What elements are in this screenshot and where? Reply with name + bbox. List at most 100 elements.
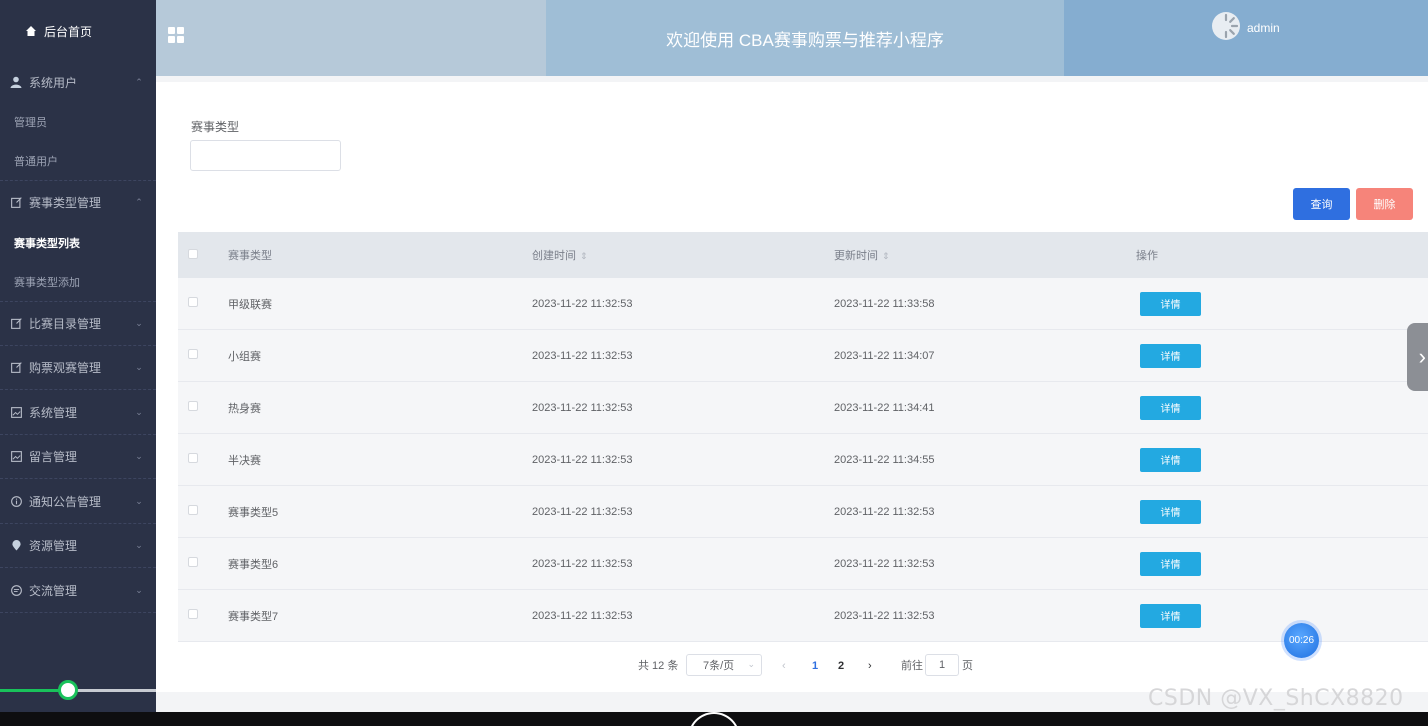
- cell-created: 2023-11-22 11:32:53: [532, 349, 633, 362]
- sidebar-head-event-types[interactable]: 赛事类型管理 ⌃: [0, 181, 156, 223]
- cell-updated: 2023-11-22 11:34:41: [834, 401, 935, 414]
- detail-button[interactable]: 详情: [1140, 499, 1201, 524]
- sidebar-group-messages: 留言管理 ⌄: [0, 435, 156, 479]
- chevron-down-icon: ⌄: [135, 406, 143, 417]
- sidebar-home[interactable]: 后台首页: [0, 0, 156, 62]
- table-row: 小组赛 2023-11-22 11:32:53 2023-11-22 11:34…: [178, 330, 1428, 382]
- column-header-created[interactable]: 创建时间 ⇕: [532, 247, 834, 263]
- username[interactable]: admin: [1247, 21, 1280, 35]
- sidebar-item-admin[interactable]: 管理员: [0, 102, 156, 141]
- detail-button[interactable]: 详情: [1140, 395, 1201, 420]
- delete-button[interactable]: 删除: [1356, 188, 1413, 220]
- avatar-spinner-icon: [1224, 13, 1239, 39]
- row-checkbox[interactable]: [188, 505, 198, 515]
- row-checkbox[interactable]: [188, 557, 198, 567]
- detail-button[interactable]: 详情: [1140, 343, 1201, 368]
- sidebar-head-match-catalog[interactable]: 比赛目录管理 ⌄: [0, 302, 156, 345]
- row-checkbox[interactable]: [188, 609, 198, 619]
- chevron-down-icon: ⌄: [135, 451, 143, 461]
- sidebar-group-notices: 通知公告管理 ⌄: [0, 479, 156, 524]
- chevron-down-icon: ⌄: [135, 540, 143, 550]
- chevron-down-icon: ⌄: [135, 362, 143, 372]
- location-pin-icon: [10, 540, 22, 552]
- detail-button[interactable]: 详情: [1140, 603, 1201, 628]
- chevron-down-icon: ⌄: [135, 495, 143, 506]
- sidebar-group-label: 通知公告管理: [29, 494, 102, 509]
- sidebar-group-label: 赛事类型管理: [29, 195, 102, 210]
- sidebar-group-match-catalog: 比赛目录管理 ⌄: [0, 302, 156, 346]
- video-progress-knob[interactable]: [58, 680, 78, 700]
- goto-unit: 页: [962, 660, 973, 672]
- table-row: 赛事类型6 2023-11-22 11:32:53 2023-11-22 11:…: [178, 538, 1428, 590]
- floating-timer[interactable]: 00:26: [1284, 623, 1319, 658]
- cell-type: 赛事类型6: [228, 558, 279, 571]
- column-header-actions: 操作: [1136, 250, 1158, 262]
- query-button[interactable]: 查询: [1293, 188, 1350, 220]
- sidebar-head-notices[interactable]: 通知公告管理 ⌄: [0, 479, 156, 523]
- cell-updated: 2023-11-22 11:34:07: [834, 349, 935, 362]
- sidebar-item-normal-users[interactable]: 普通用户: [0, 141, 156, 180]
- row-checkbox[interactable]: [188, 401, 198, 411]
- chevron-up-icon: ⌃: [135, 196, 143, 207]
- pagination-total: 共 12 条: [638, 660, 679, 672]
- chevron-down-icon: ⌄: [747, 659, 755, 669]
- sidebar-group-exchange: 交流管理 ⌄: [0, 568, 156, 613]
- cell-updated: 2023-11-22 11:32:53: [834, 609, 935, 622]
- user-icon: [10, 76, 22, 88]
- grid-menu-icon[interactable]: [168, 27, 184, 43]
- sidebar-head-messages[interactable]: 留言管理 ⌄: [0, 435, 156, 478]
- sidebar: 后台首页 系统用户 ⌃ 管理员 普通用户 赛事类型管理 ⌃ 赛事类型列表 赛事类…: [0, 0, 156, 712]
- data-table: 赛事类型 创建时间 ⇕ 更新时间 ⇕ 操作 甲级联赛 2023-11-22 11:3…: [178, 232, 1428, 642]
- sidebar-group-event-types: 赛事类型管理 ⌃ 赛事类型列表 赛事类型添加: [0, 181, 156, 302]
- goto-page-input[interactable]: 1: [925, 654, 959, 676]
- sidebar-group-label: 交流管理: [29, 583, 78, 598]
- sidebar-group-label: 系统用户: [29, 75, 78, 90]
- sort-icon[interactable]: ⇕: [882, 251, 890, 261]
- side-panel-toggle[interactable]: ›: [1407, 323, 1428, 391]
- cell-created: 2023-11-22 11:32:53: [532, 609, 633, 622]
- row-checkbox[interactable]: [188, 349, 198, 359]
- table-row: 赛事类型5 2023-11-22 11:32:53 2023-11-22 11:…: [178, 486, 1428, 538]
- sidebar-head-tickets[interactable]: 购票观赛管理 ⌄: [0, 346, 156, 389]
- edit-doc-icon: [10, 196, 22, 208]
- row-checkbox[interactable]: [188, 453, 198, 463]
- cell-updated: 2023-11-22 11:34:55: [834, 453, 935, 466]
- cell-updated: 2023-11-22 11:32:53: [834, 505, 935, 518]
- sort-icon[interactable]: ⇕: [580, 251, 588, 261]
- edit-doc-icon: [10, 318, 22, 330]
- page-number-2[interactable]: 2: [838, 656, 844, 676]
- sidebar-head-system[interactable]: 系统管理 ⌄: [0, 390, 156, 434]
- table-row: 甲级联赛 2023-11-22 11:32:53 2023-11-22 11:3…: [178, 278, 1428, 330]
- cell-type: 小组赛: [228, 350, 261, 363]
- column-header-created-label: 创建时间: [532, 250, 576, 262]
- sidebar-item-event-type-add[interactable]: 赛事类型添加: [0, 262, 156, 301]
- avatar[interactable]: [1212, 12, 1240, 40]
- sidebar-head-system-users[interactable]: 系统用户 ⌃: [0, 62, 156, 102]
- row-checkbox[interactable]: [188, 297, 198, 307]
- detail-button[interactable]: 详情: [1140, 291, 1201, 316]
- cell-type: 甲级联赛: [228, 298, 272, 311]
- sidebar-group-tickets: 购票观赛管理 ⌄: [0, 346, 156, 390]
- sidebar-head-resources[interactable]: 资源管理 ⌄: [0, 524, 156, 567]
- info-icon: [10, 495, 22, 507]
- detail-button[interactable]: 详情: [1140, 551, 1201, 576]
- image-icon: [10, 451, 22, 463]
- sidebar-group-label: 购票观赛管理: [29, 361, 102, 375]
- column-header-updated[interactable]: 更新时间 ⇕: [834, 247, 1136, 263]
- cell-type: 半决赛: [228, 454, 261, 467]
- page-size-select[interactable]: 7条/页 ⌄: [686, 654, 762, 676]
- prev-page-icon[interactable]: ‹: [782, 656, 786, 676]
- home-icon: [26, 26, 36, 36]
- cell-updated: 2023-11-22 11:32:53: [834, 557, 935, 570]
- page-number-1[interactable]: 1: [812, 656, 818, 676]
- cell-type: 赛事类型5: [228, 506, 279, 519]
- sidebar-head-exchange[interactable]: 交流管理 ⌄: [0, 568, 156, 612]
- filter-label: 赛事类型: [191, 120, 240, 134]
- table-header: 赛事类型 创建时间 ⇕ 更新时间 ⇕ 操作: [178, 232, 1428, 278]
- select-all-checkbox[interactable]: [188, 248, 198, 259]
- top-header: 欢迎使用 CBA赛事购票与推荐小程序 admin: [156, 0, 1428, 76]
- next-page-icon[interactable]: ›: [868, 656, 872, 676]
- event-type-input[interactable]: [190, 140, 341, 171]
- detail-button[interactable]: 详情: [1140, 447, 1201, 472]
- sidebar-item-event-type-list[interactable]: 赛事类型列表: [0, 223, 156, 262]
